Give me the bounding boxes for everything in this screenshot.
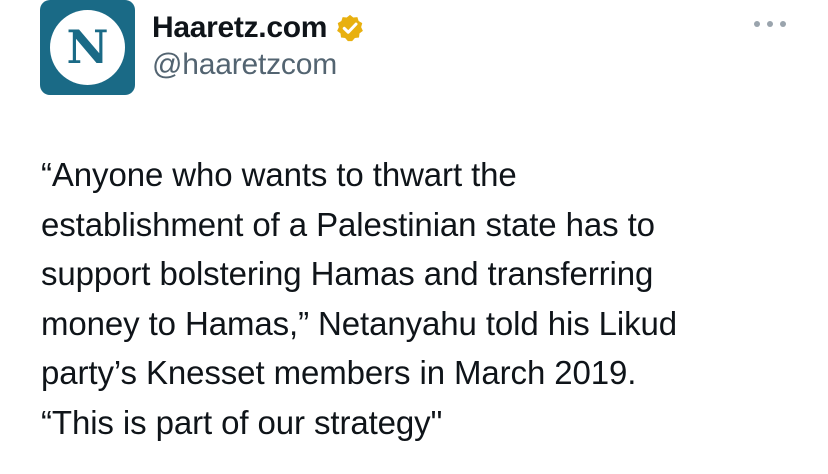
author-handle[interactable]: @haaretzcom [152,48,337,82]
avatar-logo-circle: N [50,10,125,85]
more-dot-icon [754,21,760,27]
more-dot-icon [767,21,773,27]
tweet-card: N Haaretz.com @haaretzcom “Anyone who wa… [0,0,828,474]
verified-badge-icon [337,14,363,42]
more-options-button[interactable] [754,16,786,32]
author-avatar[interactable]: N [40,0,135,95]
tweet-text: “Anyone who wants to thwart the establis… [41,156,678,441]
haaretz-logo-icon: N [66,20,109,74]
author-name-row: Haaretz.com [152,8,365,48]
more-dot-icon [780,21,786,27]
author-display-name[interactable]: Haaretz.com [152,11,327,45]
